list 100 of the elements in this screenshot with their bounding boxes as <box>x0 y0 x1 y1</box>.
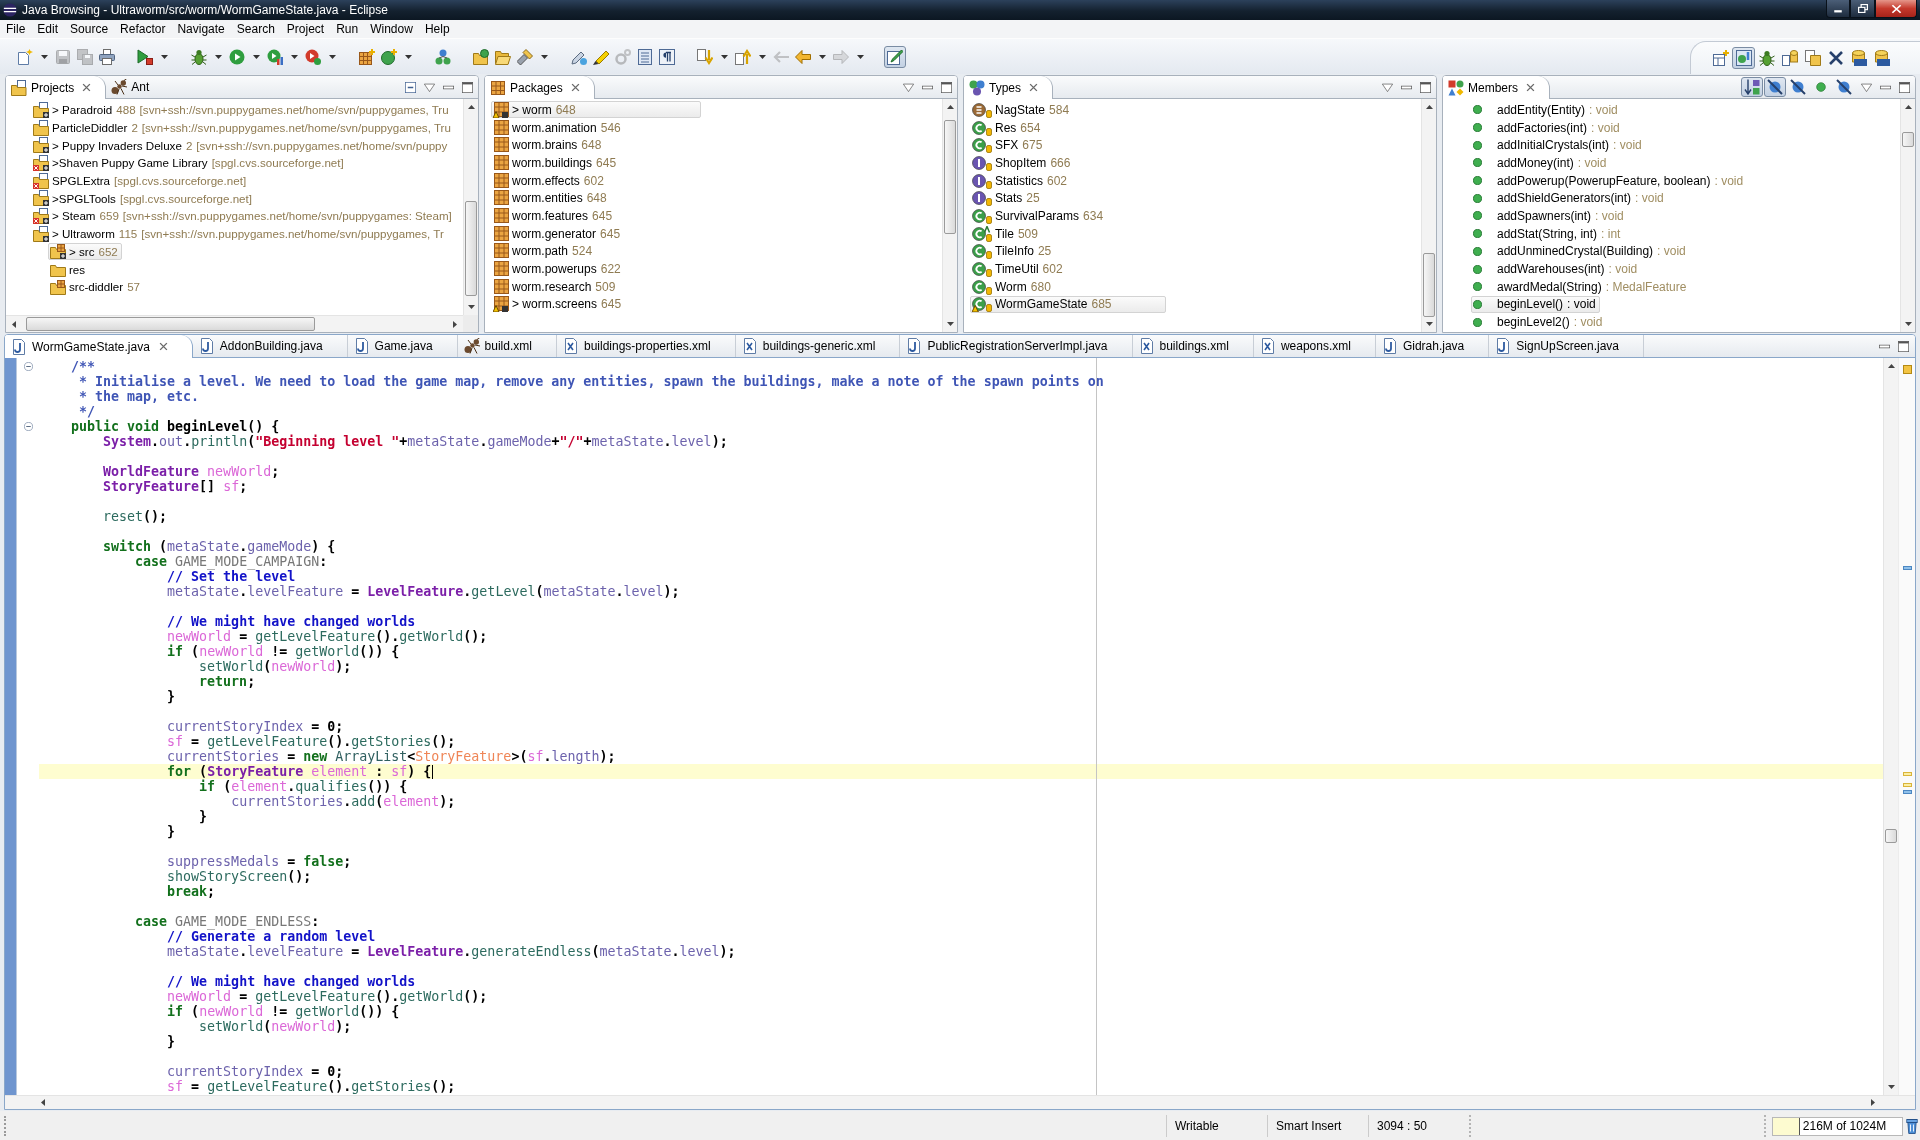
package-item[interactable]: worm.powerups 622 <box>491 260 625 278</box>
caret-down-icon[interactable] <box>291 54 298 59</box>
member-item[interactable]: addWarehouses(int) : void <box>1471 260 1642 278</box>
package-item[interactable]: worm.research 509 <box>491 278 620 296</box>
maximize-icon[interactable] <box>1420 81 1431 93</box>
member-item[interactable]: addPowerup(PowerupFeature, boolean) : void <box>1471 172 1748 190</box>
editor-tab[interactable]: PublicRegistrationServerImpl.java <box>900 335 1133 357</box>
tree-item[interactable]: >Shaven Puppy Game Library [spgl.cvs.sourceforge.net] <box>31 154 348 172</box>
caret-down-icon[interactable] <box>41 54 48 59</box>
caret-down-icon[interactable] <box>215 54 222 59</box>
scrollbar-thumb[interactable] <box>1885 829 1897 843</box>
view-tab[interactable]: Packages <box>485 76 595 99</box>
type-item[interactable]: ShopItem 666 <box>970 154 1075 172</box>
type-item[interactable]: TileInfo 25 <box>970 242 1056 260</box>
close-icon[interactable] <box>1526 83 1535 92</box>
close-icon[interactable] <box>82 83 92 92</box>
sort-button[interactable] <box>1741 77 1763 97</box>
tree-item[interactable]: > Ultraworm 115 [svn+ssh://svn.puppygames.net/home/svn/puppygames, Tr <box>31 225 448 243</box>
member-item[interactable]: beginLevel() : void <box>1471 295 1600 313</box>
editor-tab[interactable]: buildings-generic.xml <box>735 335 901 357</box>
type-item[interactable]: NagState 584 <box>970 101 1074 119</box>
tree-item[interactable]: SPGLExtra [spgl.cvs.sourceforge.net] <box>31 172 251 190</box>
menu-item[interactable]: Navigate <box>171 20 231 38</box>
type-item[interactable]: SFX 675 <box>970 136 1047 154</box>
vertical-scrollbar[interactable] <box>1883 358 1898 1095</box>
member-item[interactable]: addInitialCrystals(int) : void <box>1471 136 1646 154</box>
collapse-icon[interactable] <box>23 422 33 431</box>
member-item[interactable]: addUnminedCrystal(Building) : void <box>1471 242 1690 260</box>
trash-can-icon[interactable] <box>1906 1118 1918 1134</box>
horizontal-scrollbar[interactable] <box>6 315 463 332</box>
package-item[interactable]: worm.entities 648 <box>491 189 611 207</box>
java-browsing-perspective-button[interactable] <box>1732 47 1755 69</box>
caret-down-icon[interactable] <box>161 54 168 59</box>
caret-down-icon[interactable] <box>253 54 260 59</box>
hide-fields-button[interactable] <box>1764 77 1786 97</box>
editor-tab[interactable]: weapons.xml <box>1253 335 1376 357</box>
caret-down-icon[interactable] <box>819 54 826 59</box>
editor-tab[interactable]: AddonBuilding.java <box>192 335 348 357</box>
member-item[interactable]: addStat(String, int) : int <box>1471 225 1625 243</box>
scrollbar-thumb[interactable] <box>1423 253 1435 317</box>
collapse-icon[interactable] <box>23 362 33 371</box>
view-menu-icon[interactable] <box>424 81 435 93</box>
tree-item[interactable]: > src 652 <box>48 242 122 260</box>
vertical-scrollbar[interactable] <box>463 99 478 315</box>
minimize-button[interactable] <box>1826 0 1850 18</box>
maximize-icon[interactable] <box>1899 81 1910 93</box>
caret-down-icon[interactable] <box>329 54 336 59</box>
menu-item[interactable]: Help <box>418 20 456 38</box>
package-item[interactable]: worm.animation 546 <box>491 119 625 137</box>
member-item[interactable]: addEntity(Entity) : void <box>1471 101 1622 119</box>
scrollbar-thumb[interactable] <box>26 317 315 331</box>
member-item[interactable]: addSpawners(int) : void <box>1471 207 1628 225</box>
package-item[interactable]: worm.buildings 645 <box>491 154 621 172</box>
editor-tab[interactable]: buildings.xml <box>1132 335 1254 357</box>
member-item[interactable]: awardMedal(String) : MedalFeature <box>1471 278 1691 296</box>
tree-item[interactable]: > Puppy Invaders Deluxe 2 [svn+ssh://svn.puppygames.net/home/svn/puppy <box>31 136 452 154</box>
close-icon[interactable] <box>1029 83 1038 92</box>
vertical-scrollbar[interactable] <box>1900 99 1915 332</box>
close-icon[interactable] <box>158 342 168 351</box>
member-item[interactable]: addMoney(int) : void <box>1471 154 1611 172</box>
member-item[interactable]: addFactories(int) : void <box>1471 119 1624 137</box>
caret-down-icon[interactable] <box>541 54 548 59</box>
close-icon[interactable] <box>570 83 580 92</box>
package-item[interactable]: worm.generator 645 <box>491 225 625 243</box>
breadcrumb-button[interactable] <box>884 45 906 68</box>
type-item[interactable]: Stats 25 <box>970 189 1044 207</box>
tree-item[interactable]: src-diddler 57 <box>48 278 145 296</box>
editor-tab[interactable]: build.xml <box>457 335 557 357</box>
editor-tab[interactable]: SignUpScreen.java <box>1489 335 1644 357</box>
maximize-icon[interactable] <box>462 81 473 93</box>
view-menu-icon[interactable] <box>903 81 914 93</box>
vertical-scrollbar[interactable] <box>1421 99 1436 332</box>
type-item[interactable]: Statistics 602 <box>970 172 1072 190</box>
view-menu-icon[interactable] <box>1382 81 1393 93</box>
menu-item[interactable]: Refactor <box>114 20 172 38</box>
package-item[interactable]: worm.features 645 <box>491 207 617 225</box>
scrollbar-thumb[interactable] <box>944 120 956 234</box>
type-item[interactable]: TimeUtil 602 <box>970 260 1067 278</box>
view-menu-icon[interactable] <box>1861 81 1872 93</box>
restore-button[interactable] <box>1850 0 1875 18</box>
maximize-icon[interactable] <box>1898 340 1909 352</box>
editor-tab[interactable]: WormGameState.java <box>5 335 193 358</box>
menu-item[interactable]: Run <box>330 20 365 38</box>
view-tab[interactable]: Ant <box>106 76 164 98</box>
package-item[interactable]: > worm.screens 645 <box>491 295 626 313</box>
package-item[interactable]: worm.path 524 <box>491 242 597 260</box>
maximize-icon[interactable] <box>941 81 952 93</box>
menu-item[interactable]: Edit <box>31 20 65 38</box>
collapse-all-icon[interactable] <box>405 81 416 93</box>
scrollbar-thumb[interactable] <box>1902 132 1914 147</box>
menu-item[interactable]: Window <box>364 20 419 38</box>
tree-item[interactable]: res <box>48 260 90 278</box>
caret-down-icon[interactable] <box>759 54 766 59</box>
member-item[interactable]: addShieldGenerators(int) : void <box>1471 189 1668 207</box>
type-item[interactable]: Tile 509 <box>970 225 1042 243</box>
editor-tab[interactable]: Gidrah.java <box>1375 335 1490 357</box>
caret-down-icon[interactable] <box>405 54 412 59</box>
close-button[interactable] <box>1875 0 1917 18</box>
menu-item[interactable]: Project <box>280 20 331 38</box>
tree-item[interactable]: ParticleDiddler 2 [svn+ssh://svn.puppygames.net/home/svn/puppygames, Tru <box>31 119 455 137</box>
